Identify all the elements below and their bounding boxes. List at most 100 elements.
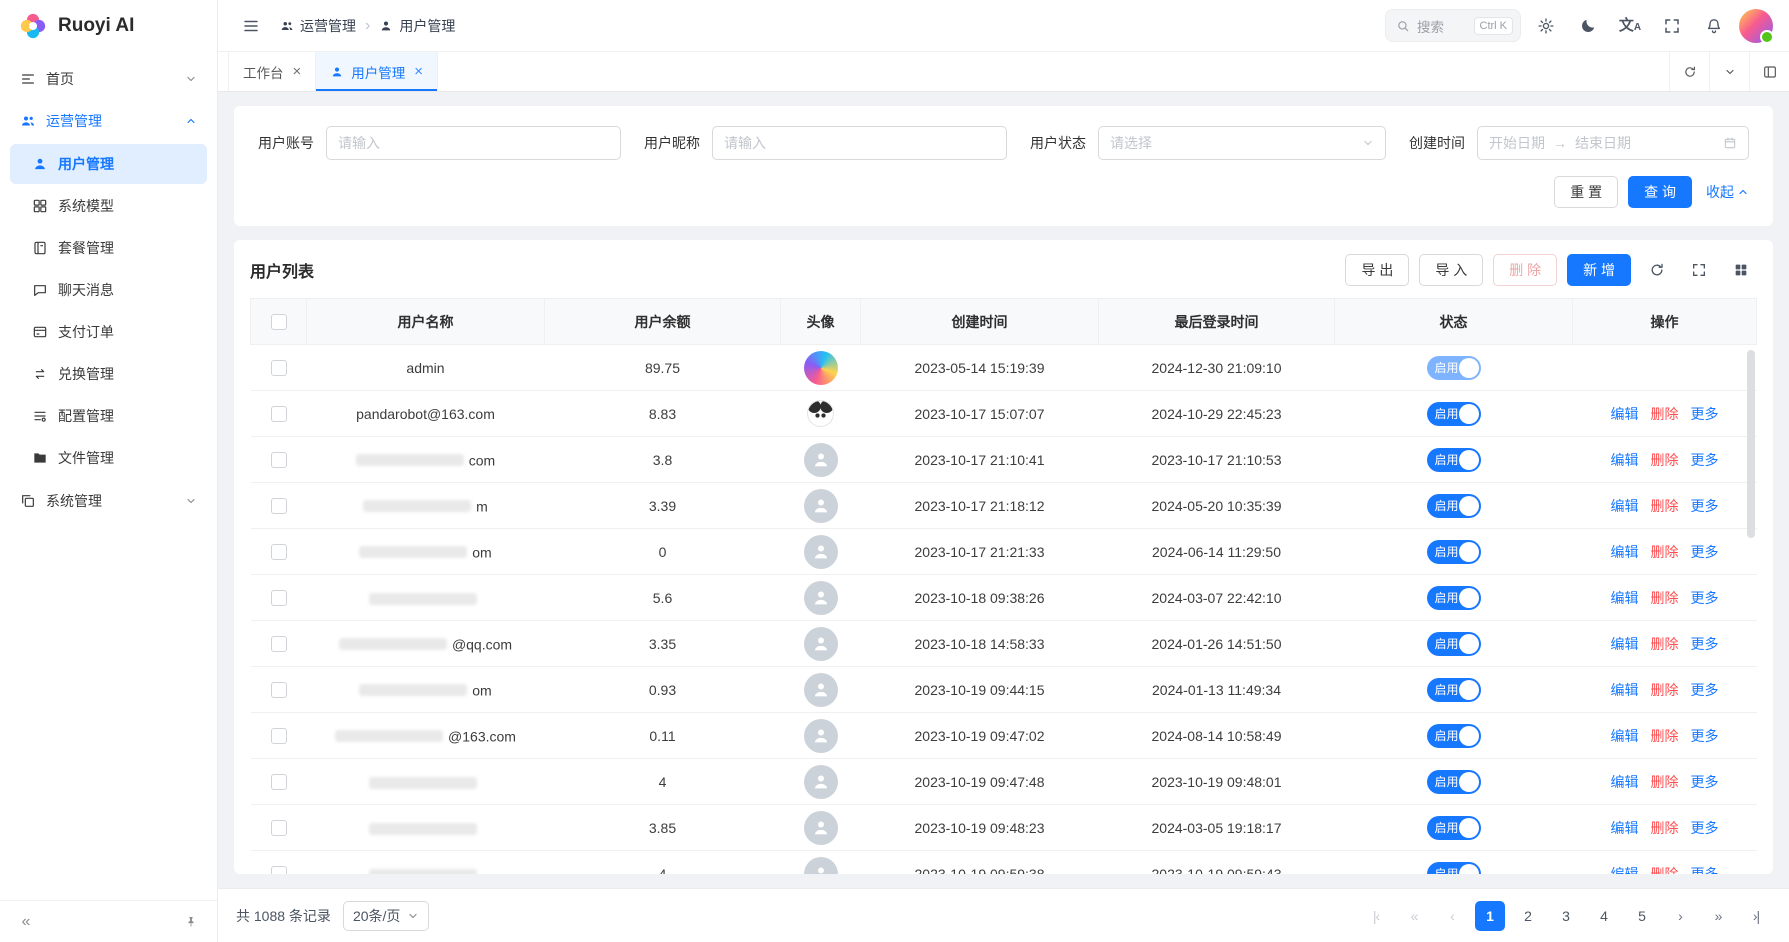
edit-link[interactable]: 编辑	[1611, 498, 1639, 514]
more-link[interactable]: 更多	[1691, 544, 1719, 560]
page-number-button[interactable]: 1	[1475, 901, 1505, 931]
edit-link[interactable]: 编辑	[1611, 636, 1639, 652]
delete-link[interactable]: 删除	[1651, 682, 1679, 698]
status-toggle[interactable]: 启用	[1427, 356, 1481, 380]
delete-link[interactable]: 删除	[1651, 544, 1679, 560]
select-all-checkbox[interactable]	[271, 314, 287, 330]
status-toggle[interactable]: 启用	[1427, 862, 1481, 875]
status-toggle[interactable]: 启用	[1427, 770, 1481, 794]
delete-link[interactable]: 删除	[1651, 820, 1679, 836]
edit-link[interactable]: 编辑	[1611, 452, 1639, 468]
collapse-sidebar-button[interactable]: «	[12, 908, 40, 936]
edit-link[interactable]: 编辑	[1611, 682, 1639, 698]
page-size-select[interactable]: 20条/页	[343, 901, 429, 931]
first-page-button[interactable]: |‹	[1361, 901, 1391, 931]
export-button[interactable]: 导 出	[1345, 254, 1409, 286]
page-number-button[interactable]: 2	[1513, 901, 1543, 931]
sidebar-item[interactable]: 系统模型	[10, 186, 207, 226]
more-link[interactable]: 更多	[1691, 406, 1719, 422]
close-icon[interactable]: ×	[293, 64, 302, 79]
more-link[interactable]: 更多	[1691, 728, 1719, 744]
delete-link[interactable]: 删除	[1651, 866, 1679, 875]
status-toggle[interactable]: 启用	[1427, 402, 1481, 426]
page-number-button[interactable]: 4	[1589, 901, 1619, 931]
forward-5-button[interactable]: »	[1703, 901, 1733, 931]
language-button[interactable]: 文A	[1613, 9, 1647, 43]
edit-link[interactable]: 编辑	[1611, 820, 1639, 836]
row-checkbox[interactable]	[271, 590, 287, 606]
row-checkbox[interactable]	[271, 452, 287, 468]
delete-link[interactable]: 删除	[1651, 728, 1679, 744]
row-checkbox[interactable]	[271, 774, 287, 790]
close-icon[interactable]: ×	[414, 64, 423, 79]
sidebar-item[interactable]: 聊天消息	[10, 270, 207, 310]
status-toggle[interactable]: 启用	[1427, 816, 1481, 840]
sidebar-item[interactable]: 兑换管理	[10, 354, 207, 394]
more-link[interactable]: 更多	[1691, 498, 1719, 514]
status-toggle[interactable]: 启用	[1427, 540, 1481, 564]
row-checkbox[interactable]	[271, 406, 287, 422]
layout-toggle-button[interactable]	[1749, 52, 1789, 91]
sidebar-item[interactable]: 配置管理	[10, 396, 207, 436]
tab-options-button[interactable]	[1709, 52, 1749, 91]
import-button[interactable]: 导 入	[1419, 254, 1483, 286]
backward-5-button[interactable]: «	[1399, 901, 1429, 931]
column-settings-button[interactable]	[1725, 254, 1757, 286]
delete-link[interactable]: 删除	[1651, 636, 1679, 652]
reset-button[interactable]: 重 置	[1554, 176, 1618, 208]
edit-link[interactable]: 编辑	[1611, 590, 1639, 606]
status-toggle[interactable]: 启用	[1427, 632, 1481, 656]
status-toggle[interactable]: 启用	[1427, 678, 1481, 702]
brand[interactable]: Ruoyi AI	[0, 0, 217, 52]
delete-link[interactable]: 删除	[1651, 406, 1679, 422]
status-toggle[interactable]: 启用	[1427, 724, 1481, 748]
status-toggle[interactable]: 启用	[1427, 494, 1481, 518]
edit-link[interactable]: 编辑	[1611, 406, 1639, 422]
sidebar-item[interactable]: 套餐管理	[10, 228, 207, 268]
table-fullscreen-button[interactable]	[1683, 254, 1715, 286]
more-link[interactable]: 更多	[1691, 636, 1719, 652]
page-number-button[interactable]: 5	[1627, 901, 1657, 931]
more-link[interactable]: 更多	[1691, 866, 1719, 875]
edit-link[interactable]: 编辑	[1611, 866, 1639, 875]
row-checkbox[interactable]	[271, 636, 287, 652]
next-page-button[interactable]: ›	[1665, 901, 1695, 931]
add-button[interactable]: 新 增	[1567, 254, 1631, 286]
dark-mode-button[interactable]	[1571, 9, 1605, 43]
status-toggle[interactable]: 启用	[1427, 586, 1481, 610]
breadcrumb-users[interactable]: 用户管理	[379, 16, 455, 36]
sidebar-item[interactable]: 用户管理	[10, 144, 207, 184]
more-link[interactable]: 更多	[1691, 820, 1719, 836]
row-checkbox[interactable]	[271, 360, 287, 376]
fullscreen-button[interactable]	[1655, 9, 1689, 43]
edit-link[interactable]: 编辑	[1611, 544, 1639, 560]
search-button[interactable]: 查 询	[1628, 176, 1692, 208]
page-number-button[interactable]: 3	[1551, 901, 1581, 931]
account-input[interactable]	[326, 126, 621, 160]
row-checkbox[interactable]	[271, 728, 287, 744]
notifications-button[interactable]	[1697, 9, 1731, 43]
more-link[interactable]: 更多	[1691, 590, 1719, 606]
nickname-input[interactable]	[712, 126, 1007, 160]
table-scrollbar[interactable]	[1747, 350, 1755, 538]
collapse-filter-link[interactable]: 收起	[1706, 182, 1749, 202]
prev-page-button[interactable]: ‹	[1437, 901, 1467, 931]
refresh-tab-button[interactable]	[1669, 52, 1709, 91]
more-link[interactable]: 更多	[1691, 682, 1719, 698]
last-page-button[interactable]: ›|	[1741, 901, 1771, 931]
sidebar-item-home[interactable]: 首页	[10, 58, 207, 100]
tab-item[interactable]: 工作台×	[228, 52, 316, 91]
row-checkbox[interactable]	[271, 544, 287, 560]
more-link[interactable]: 更多	[1691, 774, 1719, 790]
refresh-table-button[interactable]	[1641, 254, 1673, 286]
sidebar-item-system[interactable]: 系统管理	[10, 480, 207, 522]
row-checkbox[interactable]	[271, 682, 287, 698]
row-checkbox[interactable]	[271, 866, 287, 874]
user-avatar[interactable]	[1739, 9, 1773, 43]
sidebar-item-operations[interactable]: 运营管理	[10, 100, 207, 142]
breadcrumb-operations[interactable]: 运营管理	[280, 16, 356, 36]
created-date-range[interactable]: 开始日期 → 结束日期	[1477, 126, 1749, 160]
sidebar-item[interactable]: 文件管理	[10, 438, 207, 478]
status-select[interactable]: 请选择	[1098, 126, 1386, 160]
delete-link[interactable]: 删除	[1651, 498, 1679, 514]
